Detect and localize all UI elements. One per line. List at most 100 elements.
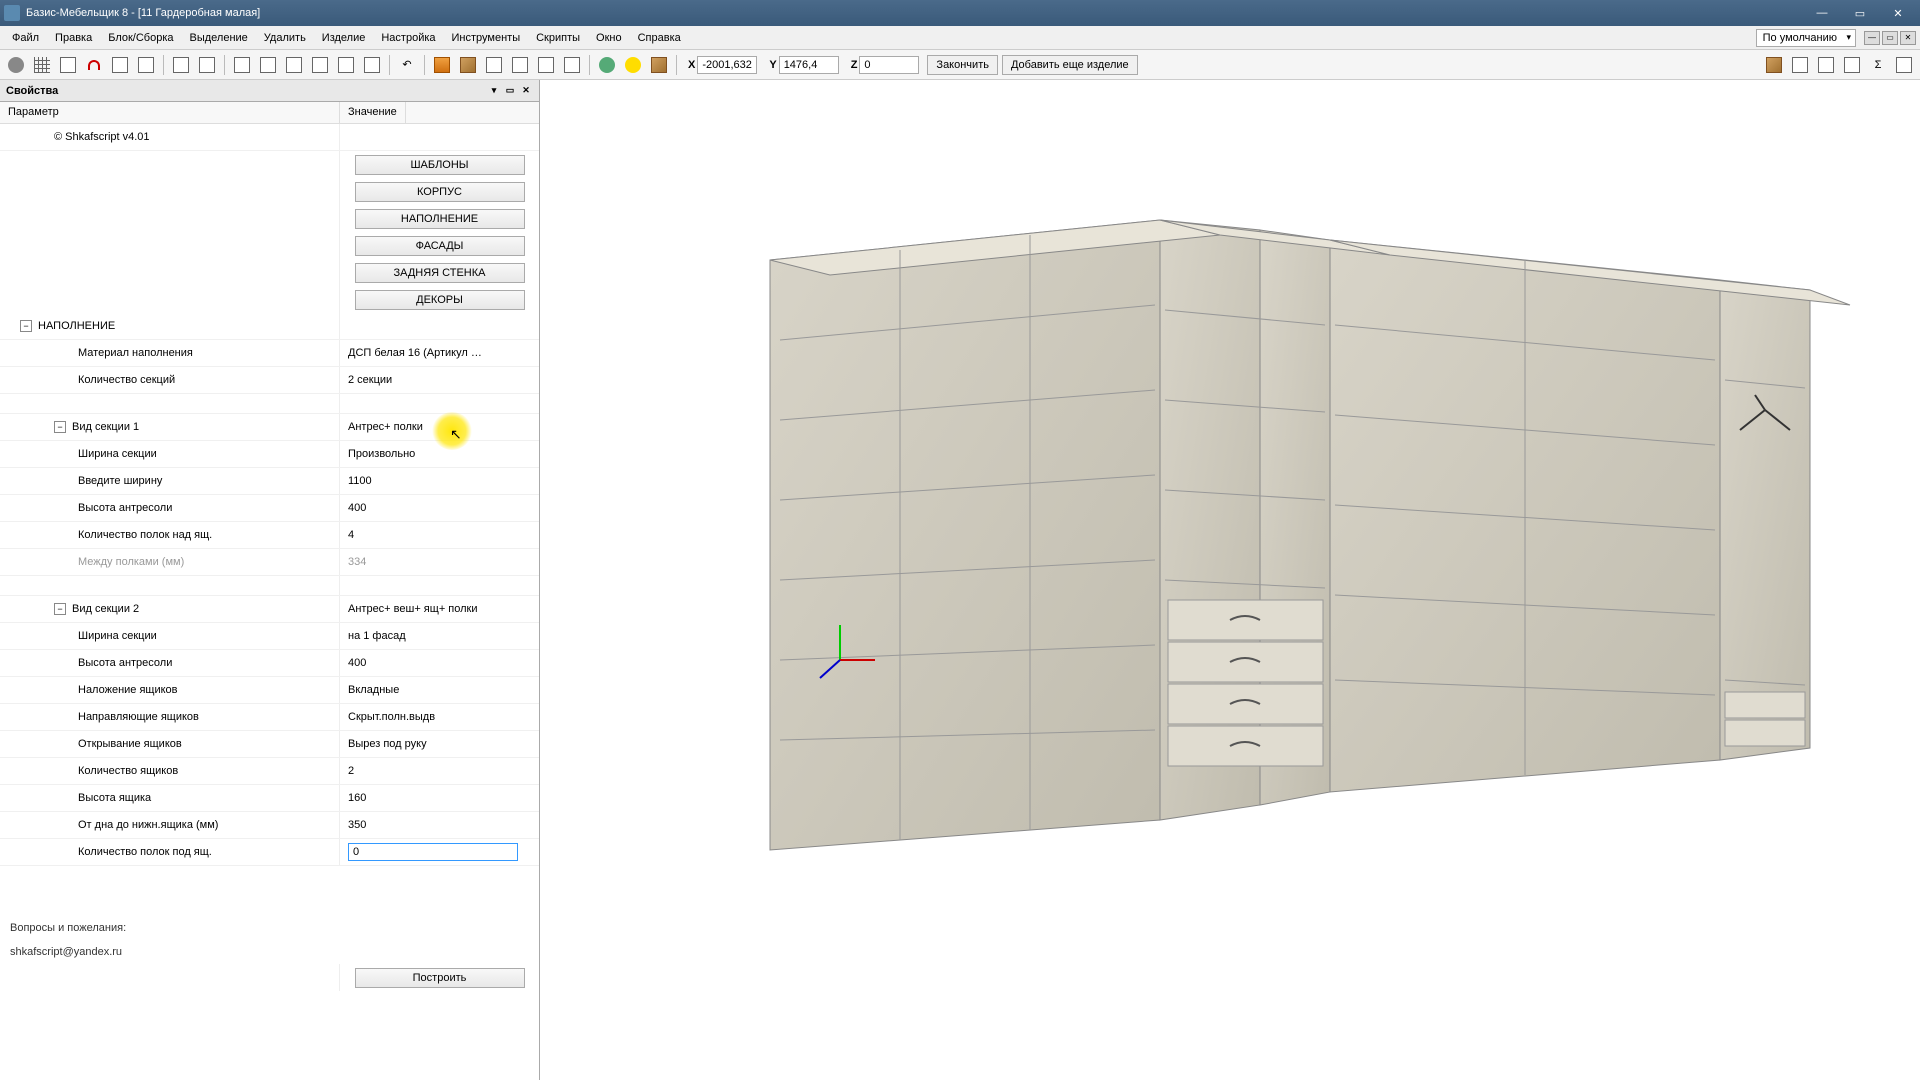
- mdi-close-button[interactable]: ✕: [1900, 31, 1916, 45]
- prop-value[interactable]: Вырез под руку: [340, 731, 539, 757]
- tool-undo-icon[interactable]: ↶: [395, 53, 419, 77]
- prop-value[interactable]: 334: [340, 549, 539, 575]
- tool-export3-icon[interactable]: [1814, 53, 1838, 77]
- prop-value[interactable]: Произвольно: [340, 441, 539, 467]
- fill-material-value[interactable]: ДСП белая 16 (Артикул …: [340, 340, 539, 366]
- editing-input[interactable]: [348, 843, 518, 861]
- maximize-button[interactable]: ▭: [1842, 3, 1878, 23]
- section-filling-header[interactable]: −НАПОЛНЕНИЕ: [0, 313, 340, 339]
- tool-refresh-icon[interactable]: [169, 53, 193, 77]
- editing-label: Количество полок под ящ.: [0, 839, 340, 865]
- menu-help[interactable]: Справка: [630, 29, 689, 47]
- tool-sigma-icon[interactable]: Σ: [1866, 53, 1890, 77]
- templates-button[interactable]: ШАБЛОНЫ: [355, 155, 525, 175]
- prop-value[interactable]: 1100: [340, 468, 539, 494]
- decors-button[interactable]: ДЕКОРЫ: [355, 290, 525, 310]
- tool-snap-icon[interactable]: [4, 53, 28, 77]
- prop-label: Введите ширину: [0, 468, 340, 494]
- prop-label: Количество полок над ящ.: [0, 522, 340, 548]
- tool-dim-icon[interactable]: [134, 53, 158, 77]
- section1-value[interactable]: Антрес+ полки ↖: [340, 414, 539, 440]
- menu-edit[interactable]: Правка: [47, 29, 100, 47]
- menu-scripts[interactable]: Скрипты: [528, 29, 588, 47]
- panel-pin-icon[interactable]: ▾: [487, 84, 501, 98]
- mdi-minimize-button[interactable]: —: [1864, 31, 1880, 45]
- tool-measure-icon[interactable]: [108, 53, 132, 77]
- view-right-icon[interactable]: [308, 53, 332, 77]
- feedback-label: Вопросы и пожелания:: [0, 916, 539, 940]
- collapse-icon[interactable]: −: [54, 603, 66, 615]
- prop-label: Открывание ящиков: [0, 731, 340, 757]
- viewport-3d[interactable]: [540, 80, 1920, 1080]
- prop-value[interactable]: 2: [340, 758, 539, 784]
- menu-window[interactable]: Окно: [588, 29, 630, 47]
- tool-gear-icon[interactable]: [595, 53, 619, 77]
- tool-material2-icon[interactable]: [456, 53, 480, 77]
- tool-material1-icon[interactable]: [430, 53, 454, 77]
- prop-value[interactable]: 400: [340, 495, 539, 521]
- menu-delete[interactable]: Удалить: [256, 29, 314, 47]
- layer-combo[interactable]: По умолчанию: [1756, 29, 1856, 47]
- app-icon: [4, 5, 20, 21]
- tool-ortho-icon[interactable]: [56, 53, 80, 77]
- view-iso-icon[interactable]: [334, 53, 358, 77]
- prop-value[interactable]: 350: [340, 812, 539, 838]
- tool-camera-icon[interactable]: [195, 53, 219, 77]
- menu-product[interactable]: Изделие: [314, 29, 374, 47]
- view-top-icon[interactable]: [360, 53, 384, 77]
- finish-button[interactable]: Закончить: [927, 55, 998, 75]
- coord-y-label: Y: [769, 59, 776, 71]
- tool-texture-icon[interactable]: [647, 53, 671, 77]
- tool-panel4-icon[interactable]: [560, 53, 584, 77]
- menu-file[interactable]: Файл: [4, 29, 47, 47]
- section-count-value[interactable]: 2 секции: [340, 367, 539, 393]
- section2-value[interactable]: Антрес+ веш+ ящ+ полки: [340, 596, 539, 622]
- tool-export1-icon[interactable]: [1762, 53, 1786, 77]
- tool-export4-icon[interactable]: [1840, 53, 1864, 77]
- section2-header[interactable]: −Вид секции 2: [0, 596, 340, 622]
- view-back-icon[interactable]: [256, 53, 280, 77]
- tool-export2-icon[interactable]: [1788, 53, 1812, 77]
- section1-header[interactable]: −Вид секции 1: [0, 414, 340, 440]
- facades-button[interactable]: ФАСАДЫ: [355, 236, 525, 256]
- body-button[interactable]: КОРПУС: [355, 182, 525, 202]
- view-front-icon[interactable]: [230, 53, 254, 77]
- tool-export5-icon[interactable]: [1892, 53, 1916, 77]
- view-left-icon[interactable]: [282, 53, 306, 77]
- collapse-icon[interactable]: −: [54, 421, 66, 433]
- menu-settings[interactable]: Настройка: [373, 29, 443, 47]
- tool-panel3-icon[interactable]: [534, 53, 558, 77]
- menu-selection[interactable]: Выделение: [182, 29, 256, 47]
- collapse-icon[interactable]: −: [20, 320, 32, 332]
- panel-close-icon[interactable]: ✕: [519, 84, 533, 98]
- tool-panel1-icon[interactable]: [482, 53, 506, 77]
- menu-block[interactable]: Блок/Сборка: [100, 29, 181, 47]
- backwall-button[interactable]: ЗАДНЯЯ СТЕНКА: [355, 263, 525, 283]
- prop-value[interactable]: 4: [340, 522, 539, 548]
- coord-x-label: X: [688, 59, 695, 71]
- prop-label: Высота антресоли: [0, 650, 340, 676]
- properties-titlebar: Свойства ▾ ▭ ✕: [0, 80, 539, 102]
- add-product-button[interactable]: Добавить еще изделие: [1002, 55, 1138, 75]
- tool-panel2-icon[interactable]: [508, 53, 532, 77]
- menu-tools[interactable]: Инструменты: [444, 29, 529, 47]
- coord-z-value[interactable]: 0: [859, 56, 919, 74]
- prop-value[interactable]: Скрыт.полн.выдв: [340, 704, 539, 730]
- mdi-restore-button[interactable]: ▭: [1882, 31, 1898, 45]
- header-value: Значение: [340, 102, 406, 123]
- coord-y-value[interactable]: 1476,4: [779, 56, 839, 74]
- tool-grid-icon[interactable]: [30, 53, 54, 77]
- titlebar: Базис-Мебельщик 8 - [11 Гардеробная мала…: [0, 0, 1920, 26]
- panel-max-icon[interactable]: ▭: [503, 84, 517, 98]
- coord-x-value[interactable]: -2001,632: [697, 56, 757, 74]
- minimize-button[interactable]: —: [1804, 3, 1840, 23]
- prop-value[interactable]: 400: [340, 650, 539, 676]
- prop-value[interactable]: на 1 фасад: [340, 623, 539, 649]
- tool-magnet-icon[interactable]: [82, 53, 106, 77]
- filling-button[interactable]: НАПОЛНЕНИЕ: [355, 209, 525, 229]
- tool-light-icon[interactable]: [621, 53, 645, 77]
- close-button[interactable]: ✕: [1880, 3, 1916, 23]
- build-button[interactable]: Построить: [355, 968, 525, 988]
- prop-value[interactable]: 160: [340, 785, 539, 811]
- prop-value[interactable]: Вкладные: [340, 677, 539, 703]
